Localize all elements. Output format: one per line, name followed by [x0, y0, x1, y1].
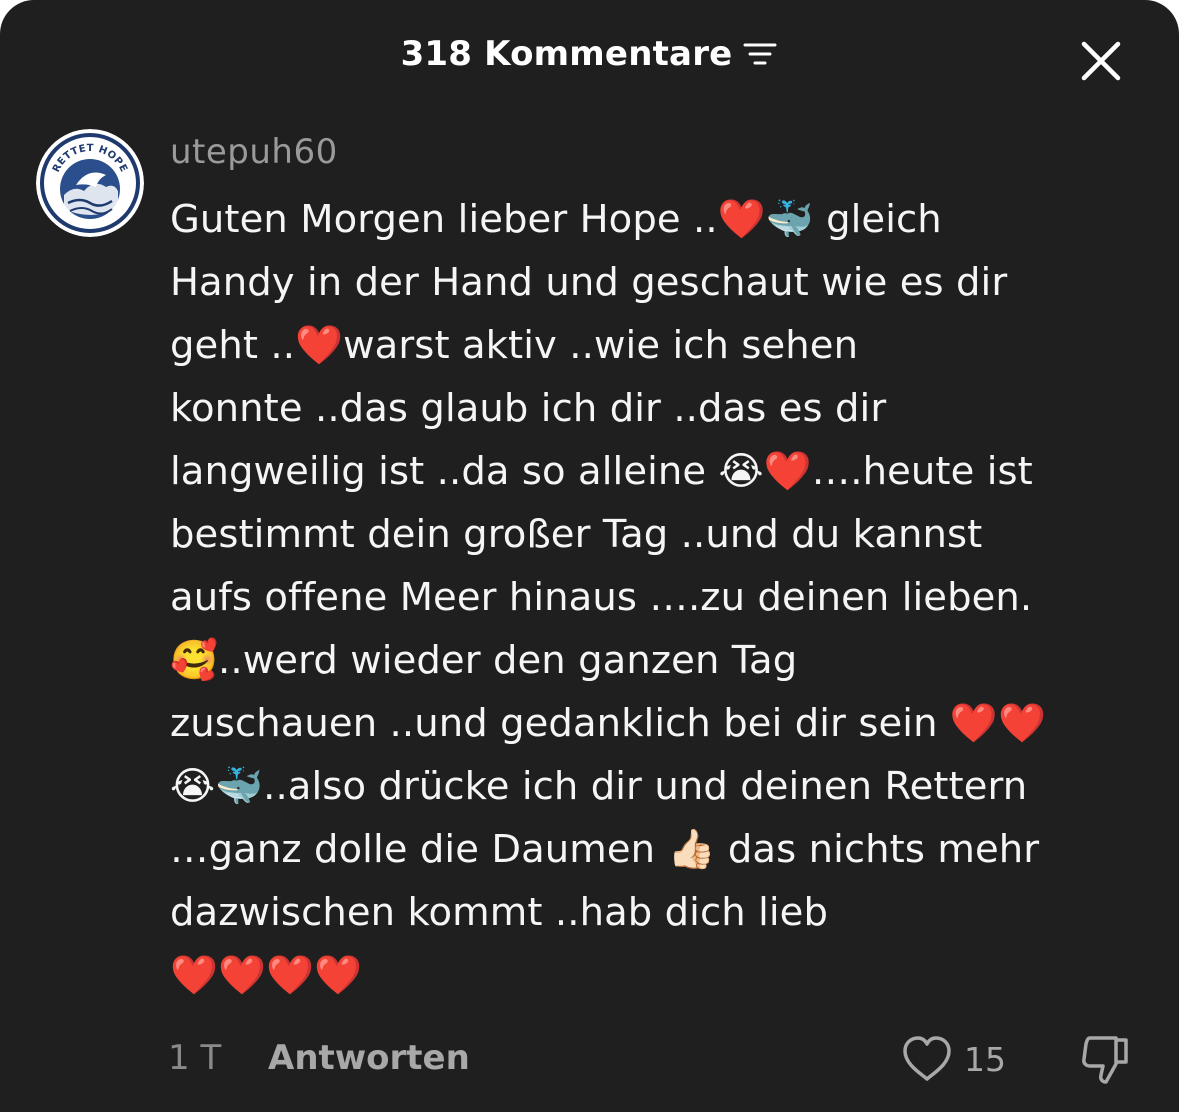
comment-text: Guten Morgen lieber Hope ..❤️🐳 gleich Ha…: [170, 197, 1046, 998]
rettet-hope-logo: RETTET HOPE: [36, 129, 144, 237]
avatar[interactable]: RETTET HOPE: [36, 129, 144, 237]
comment-timestamp: 1 T: [168, 1038, 222, 1078]
comment-actions: 1 T Antworten 15: [0, 1030, 1179, 1090]
header-title-group[interactable]: 318 Kommentare: [0, 34, 1179, 74]
reply-button[interactable]: Antworten: [268, 1038, 470, 1078]
thumbs-down-icon: [1082, 1036, 1128, 1084]
comments-count-title: 318 Kommentare: [400, 34, 733, 74]
close-icon: [1081, 41, 1121, 81]
close-button[interactable]: [1076, 36, 1126, 86]
comments-sheet: 318 Kommentare RETTET HOPE utepuh60 Gute…: [0, 0, 1179, 1112]
sort-filter-icon[interactable]: [742, 39, 778, 69]
like-button[interactable]: [900, 1034, 954, 1084]
dislike-button[interactable]: [1076, 1032, 1136, 1088]
comment-username[interactable]: utepuh60: [170, 132, 338, 172]
heart-outline-icon: [903, 1036, 951, 1081]
like-count: 15: [964, 1040, 1006, 1079]
comments-header: 318 Kommentare: [0, 28, 1179, 88]
